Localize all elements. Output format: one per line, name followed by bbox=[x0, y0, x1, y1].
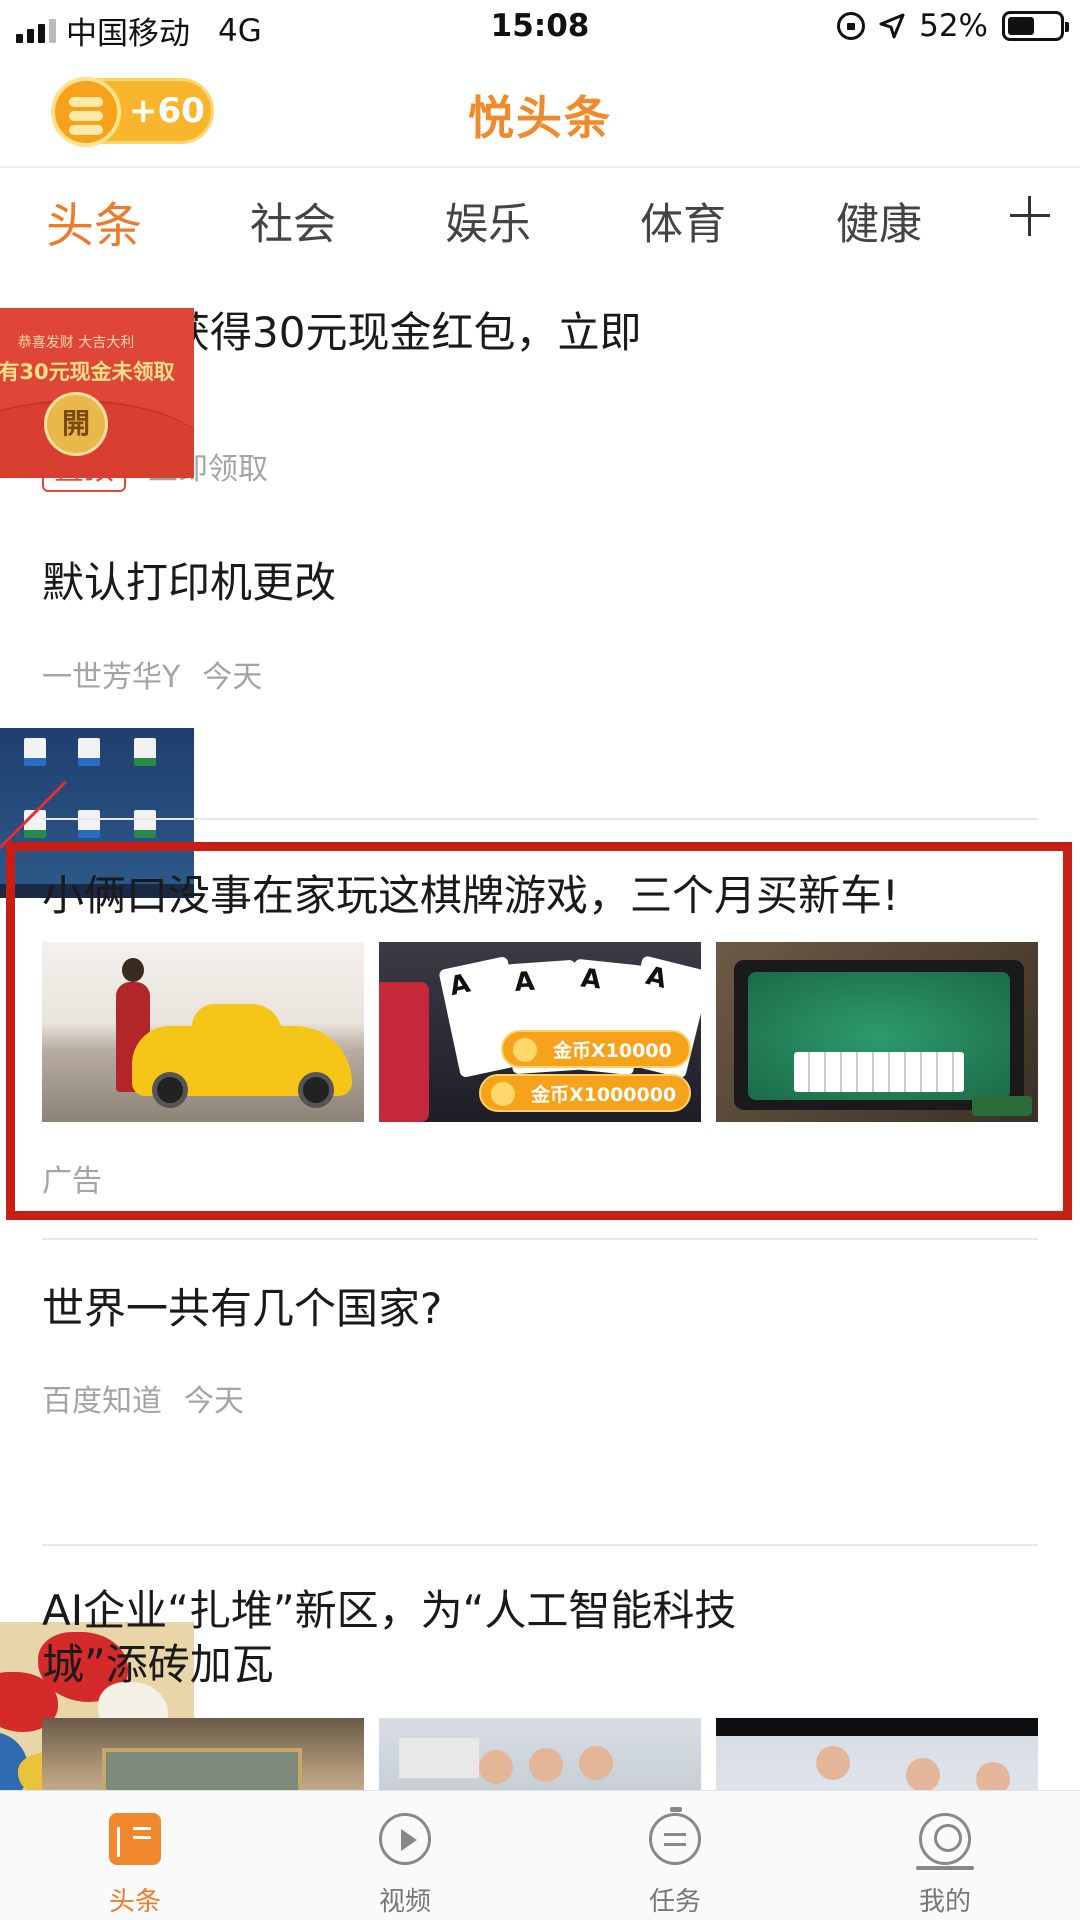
download-badge bbox=[972, 1096, 1032, 1116]
source-name: 百度知道 bbox=[42, 1384, 162, 1419]
battery-percent: 52% bbox=[919, 8, 988, 44]
ad-image-card-table[interactable] bbox=[716, 942, 1038, 1122]
profile-icon bbox=[916, 1813, 974, 1870]
bottom-navigation: 头条 视频 任务 我的 bbox=[0, 1790, 1080, 1920]
coin-pill: 金币X10000 bbox=[501, 1030, 691, 1068]
feed-item-title[interactable]: 默认打印机更改 bbox=[42, 556, 336, 610]
nav-item-tasks[interactable]: 任务 bbox=[540, 1791, 810, 1920]
tab-headlines[interactable]: 头条 bbox=[46, 186, 142, 256]
building bbox=[399, 1738, 479, 1778]
nav-label: 我的 bbox=[918, 1887, 971, 1917]
person bbox=[579, 1746, 613, 1780]
word-file-icon bbox=[78, 810, 100, 838]
status-bar: 中国移动 4G 15:08 52% bbox=[0, 0, 1080, 54]
nav-label: 视频 bbox=[378, 1887, 431, 1917]
battery-icon bbox=[1002, 11, 1069, 41]
nav-item-video[interactable]: 视频 bbox=[270, 1791, 540, 1920]
car-wheel bbox=[298, 1072, 334, 1108]
divider bbox=[42, 1238, 1038, 1240]
nav-item-profile[interactable]: 我的 bbox=[810, 1791, 1080, 1920]
tab-society[interactable]: 社会 bbox=[250, 190, 336, 252]
person bbox=[906, 1758, 940, 1792]
red-packet-thumbnail[interactable]: 恭喜发财 大吉大利 你有30元现金未领取 開 bbox=[0, 308, 194, 478]
car-wheel bbox=[152, 1072, 188, 1108]
person bbox=[529, 1748, 563, 1782]
divider bbox=[42, 818, 1038, 820]
person bbox=[479, 1750, 513, 1784]
open-envelope-button: 開 bbox=[44, 392, 108, 456]
tab-entertainment[interactable]: 娱乐 bbox=[445, 190, 531, 252]
publish-time: 今天 bbox=[202, 660, 263, 695]
news-icon bbox=[109, 1813, 161, 1865]
feed-item-title[interactable]: 世界一共有几个国家? bbox=[42, 1282, 442, 1336]
nav-label: 任务 bbox=[648, 1887, 701, 1917]
poker-chip bbox=[379, 982, 429, 1122]
tab-sports[interactable]: 体育 bbox=[640, 190, 726, 252]
thumb-headline: 你有30元现金未领取 bbox=[0, 360, 175, 384]
ad-image-cards[interactable]: A A A A 金币X10000 金币X1000000 bbox=[379, 942, 701, 1122]
coin-pill: 金币X1000000 bbox=[479, 1074, 691, 1112]
app-title: 悦头条 bbox=[468, 91, 612, 145]
title-line: AI企业“扎堆”新区，为“人工智能科技 bbox=[42, 1586, 737, 1635]
thumb-caption: 恭喜发财 大吉大利 bbox=[17, 335, 135, 351]
status-right: 52% bbox=[837, 8, 1069, 44]
word-file-icon bbox=[24, 738, 46, 766]
card-hand bbox=[794, 1052, 964, 1092]
feed-item-title[interactable]: AI企业“扎堆”新区，为“人工智能科技 城”添砖加瓦 bbox=[42, 1584, 736, 1692]
divider bbox=[42, 1544, 1038, 1546]
nav-item-headlines[interactable]: 头条 bbox=[0, 1791, 270, 1920]
source-name: 一世芳华Y bbox=[42, 660, 181, 695]
title-line: 城”添砖加瓦 bbox=[42, 1640, 274, 1689]
task-timer-icon bbox=[649, 1807, 701, 1865]
video-play-icon bbox=[379, 1813, 431, 1865]
tab-health[interactable]: 健康 bbox=[836, 190, 922, 252]
excel-file-icon bbox=[134, 738, 156, 766]
ad-title[interactable]: 小俩口没事在家玩这棋牌游戏，三个月买新车! bbox=[42, 862, 899, 923]
publish-time: 今天 bbox=[184, 1384, 244, 1419]
app-header: +60 悦头条 bbox=[0, 54, 1080, 168]
add-channel-icon[interactable] bbox=[1010, 196, 1050, 236]
category-tabs: 头条 社会 娱乐 体育 健康 bbox=[0, 168, 1080, 272]
location-arrow-icon bbox=[879, 13, 905, 39]
person bbox=[816, 1746, 850, 1780]
nav-label: 头条 bbox=[108, 1887, 161, 1917]
excel-file-icon bbox=[134, 810, 156, 838]
ad-label: 广告 bbox=[42, 1164, 102, 1199]
ad-image-car[interactable] bbox=[42, 942, 364, 1122]
feed-item-meta: 百度知道 今天 bbox=[42, 1376, 244, 1420]
feed-item-meta: 一世芳华Y 今天 bbox=[42, 652, 262, 696]
word-file-icon bbox=[78, 738, 100, 766]
rotation-lock-icon bbox=[837, 12, 866, 40]
battery-fill bbox=[1008, 17, 1034, 35]
